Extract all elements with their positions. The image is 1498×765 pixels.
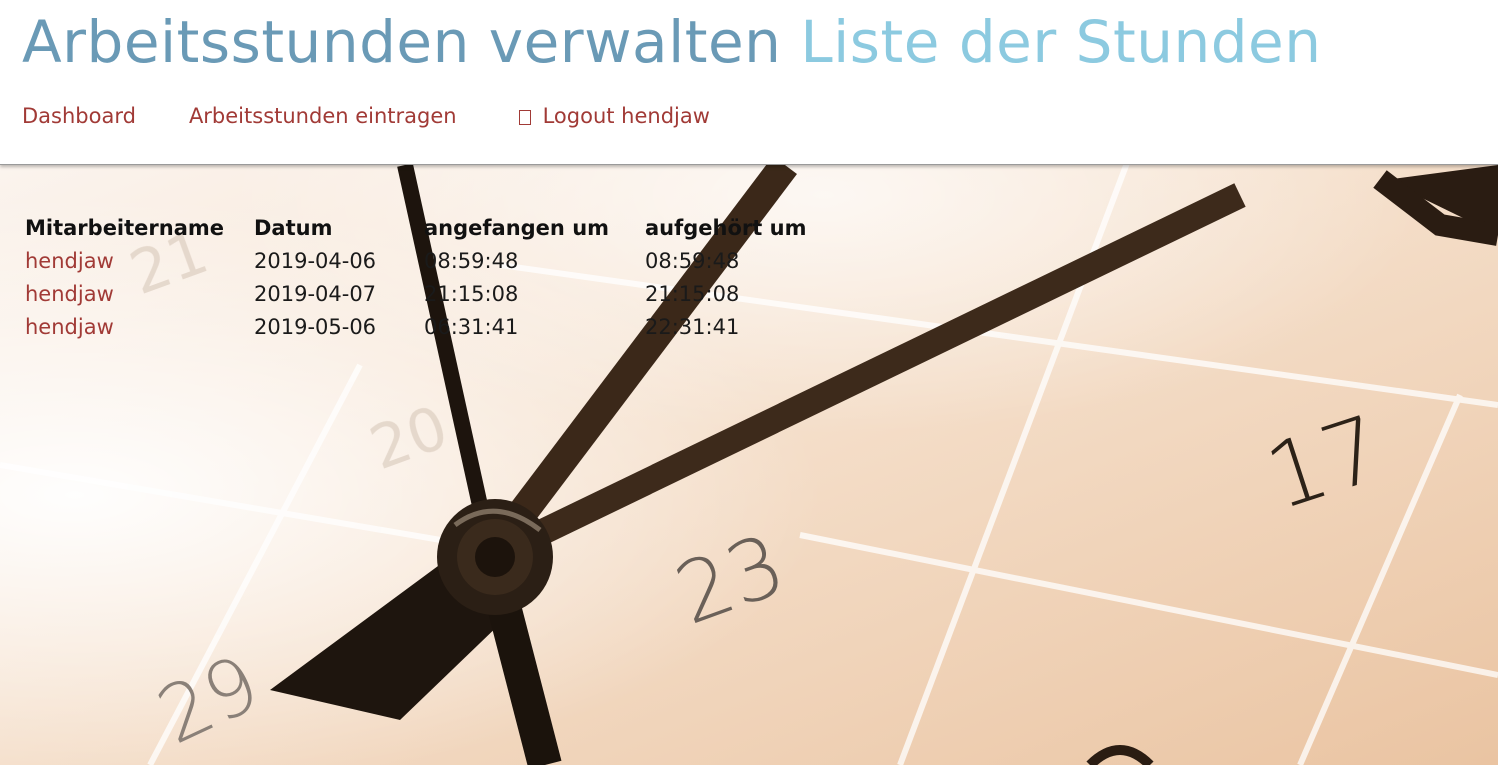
table-cell-end: 22:31:41 — [645, 315, 740, 339]
table-cell-start: 21:15:08 — [424, 282, 519, 306]
page-subtitle: Liste der Stunden — [800, 8, 1322, 76]
column-header-mitarbeitername: Mitarbeitername — [25, 216, 225, 240]
table-header-row: Mitarbeitername Datum angefangen um aufg… — [25, 212, 815, 245]
page-title-main: Arbeitsstunden verwalten — [22, 8, 782, 76]
table-cell-date: 2019-04-06 — [254, 249, 377, 273]
table-cell-end: 08:59:48 — [645, 249, 740, 273]
table-cell-start: 08:59:48 — [424, 249, 519, 273]
table-cell-date: 2019-05-06 — [254, 315, 377, 339]
employee-link[interactable]: hendjaw — [25, 249, 114, 273]
logout-icon — [518, 109, 531, 125]
nav-link-logout-label: Logout hendjaw — [542, 104, 710, 128]
main-nav: Dashboard Arbeitsstunden eintragen Logou… — [22, 100, 710, 132]
table-row: hendjaw 2019-04-07 21:15:08 21:15:08 — [25, 278, 815, 311]
table-cell-name: hendjaw — [25, 311, 254, 344]
table-cell-name: hendjaw — [25, 278, 254, 311]
page-title: Arbeitsstunden verwalten Liste der Stund… — [22, 4, 1321, 80]
column-header-datum: Datum — [254, 216, 333, 240]
hours-list: Mitarbeitername Datum angefangen um aufg… — [25, 212, 815, 344]
table-row: hendjaw 2019-04-06 08:59:48 08:59:48 — [25, 245, 815, 278]
table-cell-name: hendjaw — [25, 245, 254, 278]
hours-table: Mitarbeitername Datum angefangen um aufg… — [25, 212, 815, 344]
table-cell-date: 2019-04-07 — [254, 282, 377, 306]
employee-link[interactable]: hendjaw — [25, 315, 114, 339]
table-row: hendjaw 2019-05-06 06:31:41 22:31:41 — [25, 311, 815, 344]
nav-link-arbeitsstunden-eintragen[interactable]: Arbeitsstunden eintragen — [189, 104, 457, 128]
employee-link[interactable]: hendjaw — [25, 282, 114, 306]
table-cell-start: 06:31:41 — [424, 315, 519, 339]
column-header-aufgehoert-um: aufgehört um — [645, 216, 807, 240]
column-header-angefangen-um: angefangen um — [424, 216, 610, 240]
nav-link-logout[interactable]: Logout hendjaw — [518, 104, 710, 128]
page-header: Arbeitsstunden verwalten Liste der Stund… — [0, 0, 1498, 165]
nav-link-dashboard[interactable]: Dashboard — [22, 104, 136, 128]
table-cell-end: 21:15:08 — [645, 282, 740, 306]
